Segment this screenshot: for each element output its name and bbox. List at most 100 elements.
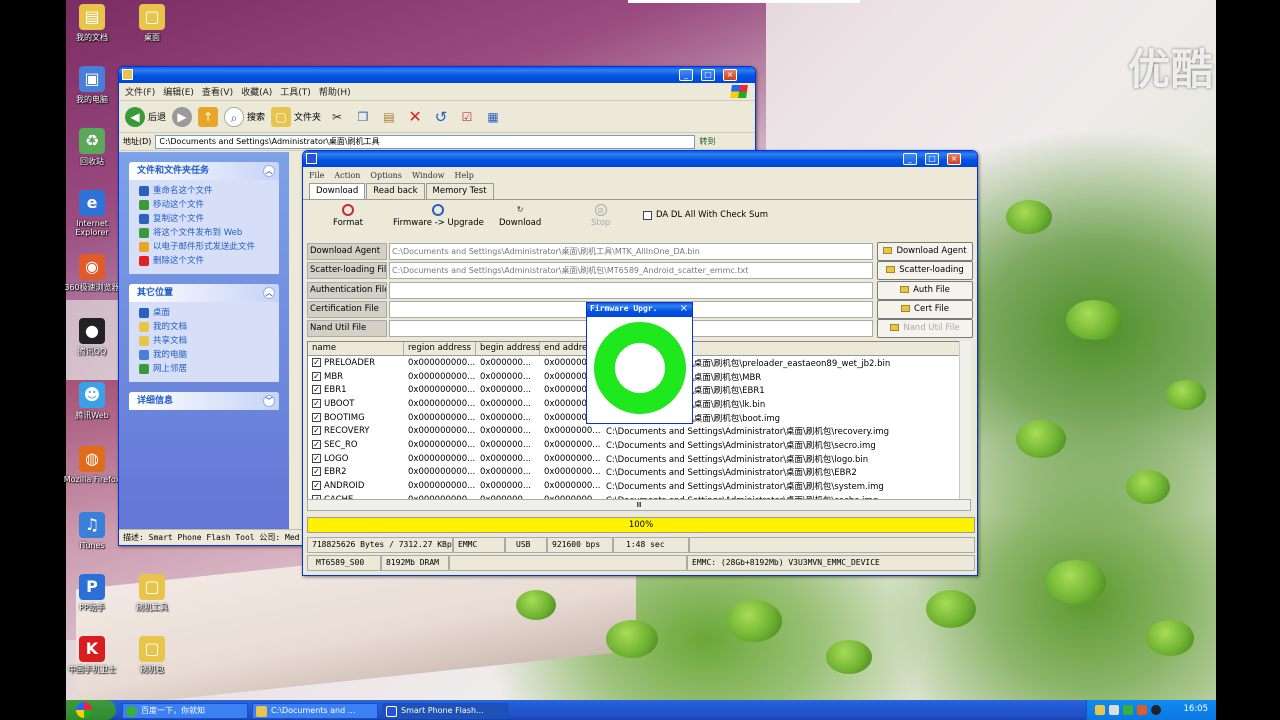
- paste-button[interactable]: ▤: [379, 107, 399, 127]
- firmware-dialog-titlebar[interactable]: Firmware Upgr. ×: [587, 303, 692, 317]
- tray-network-icon[interactable]: [1095, 705, 1105, 715]
- table-row[interactable]: ✓ LOGO 0x000000000... 0x000000... 0x0000000.…: [308, 452, 970, 466]
- desktop-icon-pp[interactable]: P PP助手: [62, 574, 122, 612]
- tab-read-back[interactable]: Read back: [366, 183, 425, 199]
- tab-download[interactable]: Download: [309, 183, 366, 199]
- desktop-icon-msn[interactable]: ☻ 腾讯Web: [62, 382, 122, 420]
- go-button[interactable]: 转到: [699, 136, 715, 147]
- browse-file-button[interactable]: Nand Util File: [877, 319, 973, 338]
- desktop-icon-rom-folder[interactable]: ▢ 刷机包: [122, 636, 182, 674]
- back-button[interactable]: ◀ 后退: [125, 106, 166, 127]
- menu-view[interactable]: 查看(V): [202, 85, 233, 98]
- other-places-header[interactable]: 其它位置 ︿: [129, 284, 279, 302]
- minimize-button[interactable]: _: [679, 69, 693, 81]
- other-place-item[interactable]: 网上邻居: [139, 362, 273, 376]
- table-row[interactable]: ✓ ANDROID 0x000000000... 0x000000... 0x00000…: [308, 479, 970, 493]
- address-input[interactable]: C:\Documents and Settings\Administrator\…: [155, 134, 696, 149]
- table-row[interactable]: ✓ RECOVERY 0x000000000... 0x000000... 0x0000…: [308, 424, 970, 438]
- tab-memory-test[interactable]: Memory Test: [425, 183, 494, 199]
- menu-favorites[interactable]: 收藏(A): [241, 85, 272, 98]
- file-path-field[interactable]: C:\Documents and Settings\Administrator\…: [389, 262, 873, 279]
- checksum-checkbox[interactable]: DA DL All With Check Sum: [643, 210, 768, 220]
- row-checkbox[interactable]: ✓: [312, 385, 321, 395]
- table-row[interactable]: ✓ SEC_RO 0x000000000... 0x000000... 0x000000…: [308, 438, 970, 452]
- desktop-icon-k-app[interactable]: K 中国手机卫士: [62, 636, 122, 674]
- file-task-item[interactable]: 复制这个文件: [139, 212, 273, 226]
- minimize-button[interactable]: _: [903, 153, 917, 165]
- row-checkbox[interactable]: ✓: [312, 453, 321, 463]
- up-folder-button[interactable]: ↑: [198, 106, 219, 127]
- menu-edit[interactable]: 编辑(E): [163, 85, 194, 98]
- row-checkbox[interactable]: ✓: [312, 439, 321, 449]
- format-button[interactable]: Format: [333, 204, 363, 228]
- menu-options[interactable]: Options: [370, 171, 402, 180]
- row-checkbox[interactable]: ✓: [312, 481, 321, 491]
- table-row[interactable]: ✓ EBR2 0x000000000... 0x000000... 0x0000000.…: [308, 466, 970, 480]
- file-tasks-header[interactable]: 文件和文件夹任务 ︿: [129, 162, 279, 180]
- tray-app-icon[interactable]: [1137, 705, 1147, 715]
- close-button[interactable]: ×: [723, 69, 737, 81]
- folders-button[interactable]: ▢ 文件夹: [271, 106, 321, 127]
- horizontal-scrollbar[interactable]: Ⅲ: [307, 499, 971, 511]
- desktop-icon-itunes[interactable]: ♫ iTunes: [62, 512, 122, 550]
- menu-file[interactable]: 文件(F): [125, 85, 155, 98]
- firmware-upgrade-dialog[interactable]: Firmware Upgr. ×: [586, 302, 693, 424]
- row-checkbox[interactable]: ✓: [312, 412, 321, 422]
- cut-button[interactable]: ✂: [327, 107, 347, 127]
- row-checkbox[interactable]: ✓: [312, 371, 321, 381]
- close-icon[interactable]: ×: [680, 303, 688, 314]
- menu-action[interactable]: Action: [334, 171, 360, 180]
- menu-tools[interactable]: 工具(T): [280, 85, 311, 98]
- stop-button[interactable]: ⊘ Stop: [591, 204, 610, 228]
- other-place-item[interactable]: 我的电脑: [139, 348, 273, 362]
- file-task-item[interactable]: 删除这个文件: [139, 254, 273, 268]
- row-checkbox[interactable]: ✓: [312, 398, 321, 408]
- other-place-item[interactable]: 我的文档: [139, 320, 273, 334]
- menu-help[interactable]: 帮助(H): [319, 85, 351, 98]
- start-button[interactable]: [66, 700, 116, 720]
- collapse-chevron-icon[interactable]: ︿: [263, 165, 275, 177]
- explorer-titlebar[interactable]: _ □ ×: [119, 67, 755, 83]
- desktop-icon-qq[interactable]: ● 腾讯QQ: [62, 318, 122, 356]
- expand-chevron-icon[interactable]: ﹀: [263, 395, 275, 407]
- file-path-field[interactable]: C:\Documents and Settings\Administrator\…: [389, 243, 873, 260]
- column-header[interactable]: begin address: [476, 342, 540, 355]
- file-task-item[interactable]: 重命名这个文件: [139, 184, 273, 198]
- browse-file-button[interactable]: Cert File: [877, 300, 973, 319]
- views-button[interactable]: ▦: [483, 107, 503, 127]
- row-checkbox[interactable]: ✓: [312, 426, 321, 436]
- file-task-item[interactable]: 以电子邮件形式发送此文件: [139, 240, 273, 254]
- maximize-button[interactable]: □: [701, 69, 715, 81]
- desktop-icon-flash-tool-folder[interactable]: ▢ 刷机工具: [122, 574, 182, 612]
- row-checkbox[interactable]: ✓: [312, 357, 321, 367]
- vertical-scrollbar[interactable]: [959, 341, 971, 499]
- taskbar-item-browser[interactable]: 百度一下，你就知: [122, 703, 248, 719]
- search-button[interactable]: ⌕ 搜索: [224, 106, 265, 127]
- tray-security-icon[interactable]: [1123, 705, 1133, 715]
- other-place-item[interactable]: 共享文档: [139, 334, 273, 348]
- details-header[interactable]: 详细信息 ﹀: [129, 392, 279, 410]
- browse-file-button[interactable]: Auth File: [877, 281, 973, 300]
- other-place-item[interactable]: 桌面: [139, 306, 273, 320]
- desktop-icon-recycle[interactable]: ♻ 回收站: [62, 128, 122, 166]
- download-button[interactable]: ↻ Download: [499, 204, 541, 228]
- desktop-icon-browser360[interactable]: ◉ 360极速浏览器: [62, 254, 122, 292]
- properties-button[interactable]: ☑: [457, 107, 477, 127]
- taskbar-item-explorer[interactable]: C:\Documents and ...: [252, 703, 378, 719]
- copy-button[interactable]: ❐: [353, 107, 373, 127]
- desktop-icon-my-docs[interactable]: ▤ 我的文档: [62, 4, 122, 42]
- file-task-item[interactable]: 移动这个文件: [139, 198, 273, 212]
- desktop-icon-ie[interactable]: e Internet Explorer: [62, 190, 122, 237]
- delete-button[interactable]: ✕: [405, 107, 425, 127]
- file-path-field[interactable]: [389, 282, 873, 299]
- undo-button[interactable]: ↺: [431, 107, 451, 127]
- browse-file-button[interactable]: Scatter-loading: [877, 261, 973, 280]
- menu-file[interactable]: File: [309, 171, 324, 180]
- tray-volume-icon[interactable]: [1109, 705, 1119, 715]
- desktop-icon-firefox[interactable]: ◍ Mozilla Firefox: [62, 446, 122, 484]
- firmware-upgrade-button[interactable]: Firmware -> Upgrade: [393, 204, 484, 228]
- flash-tool-titlebar[interactable]: _ □ ×: [303, 151, 977, 167]
- browse-file-button[interactable]: Download Agent: [877, 242, 973, 261]
- menu-help[interactable]: Help: [455, 171, 474, 180]
- maximize-button[interactable]: □: [925, 153, 939, 165]
